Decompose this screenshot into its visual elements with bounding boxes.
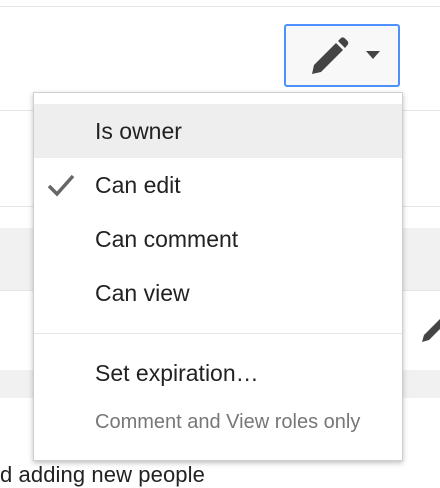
pencil-icon[interactable] (420, 314, 440, 346)
menu-item-can-comment[interactable]: Can comment (34, 212, 402, 266)
menu-item-label: Can view (95, 280, 190, 306)
background-text: d adding new people (0, 462, 205, 487)
menu-item-can-edit[interactable]: Can edit (34, 158, 402, 212)
menu-item-label: Can edit (95, 172, 181, 198)
expiration-note: Comment and View roles only (95, 411, 361, 433)
menu-separator (34, 333, 402, 334)
menu-item-label: Set expiration… (95, 360, 259, 386)
permission-dropdown-button[interactable] (284, 24, 400, 87)
background-divider (0, 6, 440, 7)
pencil-icon (312, 37, 349, 74)
menu-item-can-view[interactable]: Can view (34, 266, 402, 320)
permission-menu: Is owner Can edit Can comment Can view S… (33, 92, 403, 461)
menu-item-set-expiration[interactable]: Set expiration… (34, 346, 402, 400)
menu-item-is-owner[interactable]: Is owner (34, 104, 402, 158)
menu-item-label: Can comment (95, 226, 239, 252)
checkmark-icon (47, 174, 75, 197)
menu-item-label: Is owner (95, 118, 182, 144)
caret-down-icon (366, 51, 380, 59)
